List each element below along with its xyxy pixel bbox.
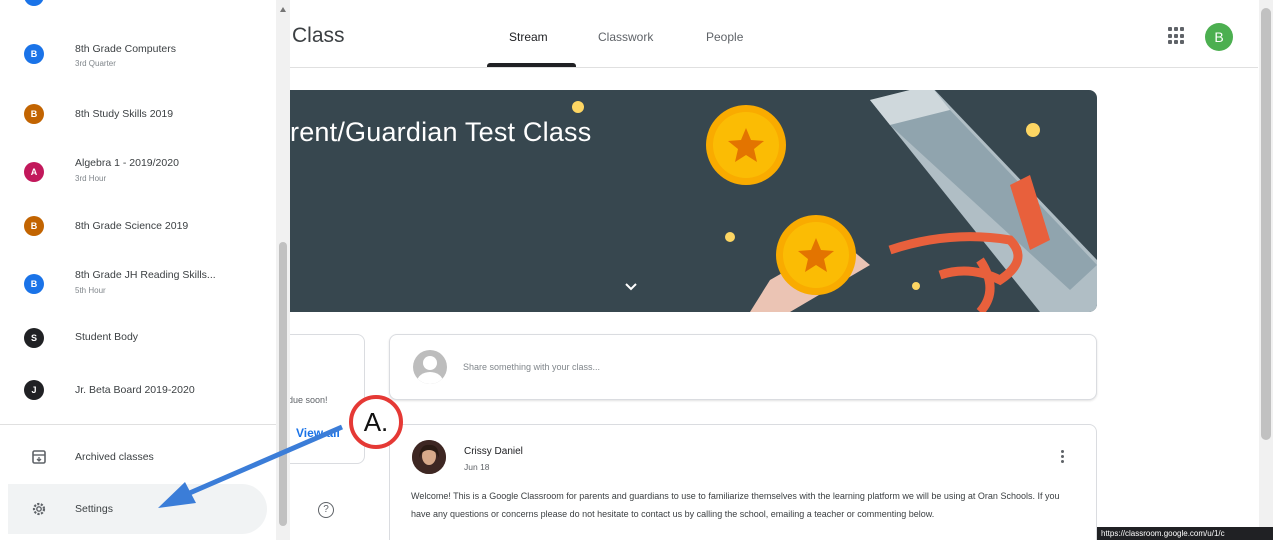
class-avatar: J (24, 380, 44, 400)
drawer-class-item[interactable]: B 8th Grade Science 2019 (0, 200, 276, 256)
active-tab-indicator (487, 63, 576, 67)
post-author[interactable]: Crissy Daniel (464, 446, 523, 457)
drawer-class-item[interactable]: B 8th Grade Computers 3rd Quarter (0, 28, 276, 84)
post-date: Jun 18 (464, 462, 490, 472)
drawer-class-item[interactable]: A Algebra 1 - 2019/2020 3rd Hour (0, 144, 276, 200)
partial-class-avatar (24, 0, 44, 6)
medal-ribbon-icon (750, 215, 870, 312)
view-all-link[interactable]: View all (296, 426, 340, 440)
class-title[interactable]: Class (292, 24, 345, 48)
class-avatar: S (24, 328, 44, 348)
drawer-divider (0, 424, 276, 425)
user-avatar (413, 350, 447, 384)
class-avatar: B (24, 104, 44, 124)
help-icon[interactable]: ? (318, 502, 334, 518)
class-item-section: 3rd Hour (75, 174, 107, 183)
share-placeholder[interactable]: Share something with your class... (463, 362, 600, 372)
settings-link[interactable]: Settings (0, 489, 276, 529)
tab-stream[interactable]: Stream (509, 30, 548, 44)
annotation-label: A. (363, 407, 389, 437)
class-item-name: 8th Grade Science 2019 (75, 220, 189, 232)
class-item-section: 3rd Quarter (75, 59, 116, 68)
classroom-window: Class Stream Classwork People B rent/Gua… (0, 0, 1273, 540)
class-item-section: 5th Hour (75, 286, 106, 295)
author-avatar (412, 440, 446, 474)
class-avatar: B (24, 216, 44, 236)
banner-class-title: rent/Guardian Test Class (290, 117, 592, 147)
drawer-scrollbar-thumb[interactable] (279, 242, 287, 526)
drawer-class-item[interactable]: S Student Body (0, 312, 276, 368)
archived-classes-link[interactable]: Archived classes (0, 437, 276, 477)
class-item-name: Student Body (75, 331, 139, 343)
upcoming-due-text: due soon! (288, 395, 328, 405)
tab-people[interactable]: People (706, 30, 743, 44)
medal-icon (706, 105, 786, 185)
tab-classwork[interactable]: Classwork (598, 30, 653, 44)
class-item-name: 8th Study Skills 2019 (75, 108, 174, 120)
more-vert-icon[interactable] (1058, 450, 1066, 468)
archive-icon (32, 450, 46, 464)
account-avatar[interactable]: B (1205, 23, 1233, 51)
drawer-class-item[interactable]: B 8th Study Skills 2019 (0, 88, 276, 144)
google-apps-icon[interactable] (1168, 27, 1186, 45)
drawer-class-item[interactable]: B 8th Grade JH Reading Skills... 5th Hou… (0, 256, 276, 312)
class-item-name: 8th Grade Computers (75, 43, 176, 55)
diploma-icon (870, 90, 1097, 312)
page-scrollbar-thumb[interactable] (1261, 8, 1271, 440)
class-avatar: B (24, 274, 44, 294)
class-item-name: Algebra 1 - 2019/2020 (75, 157, 179, 169)
class-avatar: B (24, 44, 44, 64)
navigation-drawer: B 8th Grade Computers 3rd Quarter B 8th … (0, 0, 276, 540)
class-avatar: A (24, 162, 44, 182)
scroll-up-arrow-icon[interactable] (279, 6, 287, 14)
archived-classes-label: Archived classes (75, 451, 154, 463)
settings-label: Settings (75, 503, 113, 515)
gear-icon (32, 502, 46, 516)
chevron-down-icon[interactable] (624, 280, 638, 294)
class-item-name: Jr. Beta Board 2019-2020 (75, 384, 195, 396)
post-body: Welcome! This is a Google Classroom for … (411, 491, 1060, 519)
class-item-name: 8th Grade JH Reading Skills... (75, 269, 216, 281)
status-url: https://classroom.google.com/u/1/c (1097, 527, 1273, 540)
drawer-class-item[interactable]: J Jr. Beta Board 2019-2020 (0, 364, 276, 420)
